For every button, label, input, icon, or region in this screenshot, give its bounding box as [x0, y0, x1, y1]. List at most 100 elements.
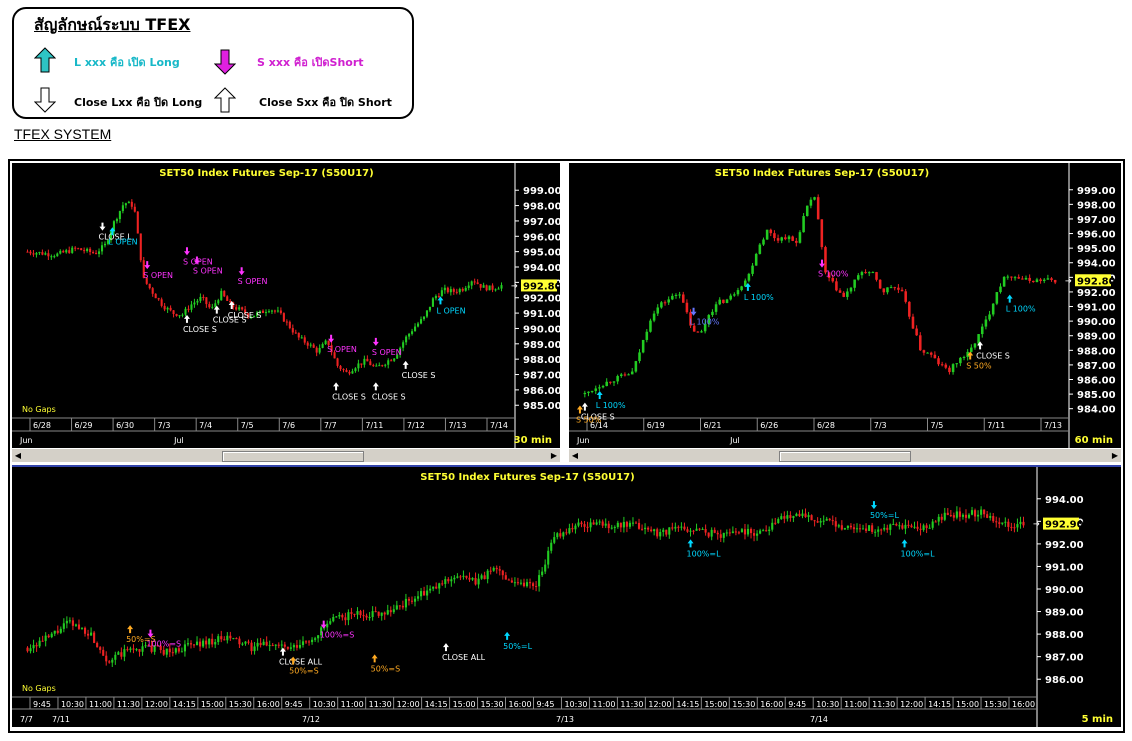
candle-body: [268, 645, 271, 647]
candle-body: [413, 598, 417, 602]
candle-body: [190, 304, 193, 310]
candle-body: [716, 532, 719, 535]
candle-body: [886, 527, 889, 530]
scroll-left-icon[interactable]: ◀: [569, 449, 581, 462]
candle-body: [910, 525, 913, 528]
signal-up-arrow-icon: [1006, 294, 1013, 303]
signal-annotation: CLOSE S: [183, 314, 217, 334]
candle-body: [908, 301, 911, 317]
candle-body: [26, 251, 29, 253]
y-tick-label: 985.00: [1077, 390, 1116, 401]
chart-60min[interactable]: SET50 Index Futures Sep-17 (S50U17) 999.0…: [569, 163, 1121, 448]
candle-body: [289, 647, 292, 649]
scroll-thumb[interactable]: [222, 451, 364, 462]
candle-body: [711, 311, 714, 316]
candle-body: [202, 296, 205, 298]
candle-body: [622, 521, 625, 528]
candle-body: [407, 598, 411, 601]
y-tick-label: 994.00: [1077, 259, 1116, 270]
candle-body: [904, 291, 907, 302]
candle-body: [96, 642, 99, 648]
candle-body: [647, 527, 650, 530]
candle-body: [172, 310, 175, 315]
scroll-right-icon[interactable]: ▶: [1109, 449, 1121, 462]
candle-body: [860, 272, 864, 276]
legend-item-long-close: Close Lxx คือ ปิด Long: [74, 96, 203, 109]
candle-body: [740, 286, 743, 291]
candle-body: [725, 532, 728, 534]
candle-body: [619, 522, 622, 528]
signal-label: 50%=L: [870, 511, 899, 520]
scroll-left-icon[interactable]: ◀: [12, 449, 24, 462]
candle-body: [674, 526, 677, 529]
scroll-thumb[interactable]: [779, 451, 911, 462]
candle-body: [878, 279, 882, 289]
legend-item-long-open: L xxx คือ เปิด Long: [74, 56, 180, 69]
signal-annotation: L OPEN: [108, 227, 138, 246]
candle-body: [492, 567, 495, 571]
scrollbar-60min[interactable]: ◀ ▶: [569, 448, 1121, 462]
candle-body: [535, 586, 538, 588]
candle-body: [1046, 278, 1050, 280]
candle-body: [944, 364, 948, 368]
candle-body: [416, 596, 420, 599]
signal-label: S OPEN: [327, 345, 357, 354]
candle-body: [462, 575, 465, 577]
signal-annotation: 50%=L: [870, 501, 899, 520]
signal-label: CLOSE S: [372, 392, 406, 401]
candle-body: [238, 638, 241, 645]
scroll-right-icon[interactable]: ▶: [548, 449, 560, 462]
signal-label: CLOSE S: [332, 392, 366, 401]
candle-body: [306, 342, 309, 346]
signal-up-arrow-icon: [183, 314, 190, 323]
candle-body: [590, 390, 594, 392]
x-tick-label: 9:45: [33, 700, 51, 709]
candle-body: [900, 289, 904, 292]
chart-svg: SET50 Index Futures Sep-17 (S50U17) 994.0…: [12, 467, 1113, 727]
x-tick-label: 6/28: [817, 421, 835, 430]
candle-body: [53, 630, 56, 634]
x-tick-label: 15:30: [732, 700, 755, 709]
candle-body: [516, 582, 519, 584]
x-tick-label: 7/5: [931, 421, 944, 430]
candle-body: [92, 251, 95, 253]
candle-body: [791, 236, 794, 241]
candle-body: [934, 521, 937, 523]
candle-body: [154, 293, 157, 299]
candle-body: [148, 283, 151, 289]
chart-5min[interactable]: SET50 Index Futures Sep-17 (S50U17) 994.0…: [12, 465, 1121, 727]
signal-label: L OPEN: [436, 306, 465, 315]
last-price-label: 992.80: [523, 281, 560, 292]
y-tick-label: 996.00: [1077, 230, 1116, 241]
candle-body: [713, 529, 716, 533]
y-tick-label: 986.00: [523, 386, 560, 397]
candle-body: [822, 520, 825, 522]
candle-body: [446, 287, 449, 293]
candle-body: [634, 361, 638, 372]
signal-label: 100%=L: [687, 549, 722, 558]
candle-body: [952, 515, 955, 518]
timeframe-label: 5 min: [1082, 714, 1113, 725]
candle-body: [295, 645, 299, 648]
candle-body: [102, 649, 105, 656]
candle-body: [926, 352, 929, 354]
candle-body: [929, 352, 933, 355]
candle-body: [456, 576, 459, 578]
candle-body: [261, 310, 265, 313]
signal-label: L 100%: [690, 318, 720, 327]
candle-body: [911, 316, 915, 329]
candle-body: [276, 310, 279, 312]
candle-body: [707, 532, 710, 537]
candle-body: [746, 528, 750, 535]
candle-body: [168, 648, 171, 653]
signal-label: S 100%: [818, 270, 849, 279]
x-tick-label: 9:45: [788, 700, 806, 709]
x-tick-label: 6/26: [760, 421, 778, 430]
signal-label: S OPEN: [193, 266, 223, 275]
candle-body: [114, 654, 117, 660]
candle-body: [80, 627, 84, 629]
candle-body: [100, 245, 104, 252]
chart-30min[interactable]: SET50 Index Futures Sep-17 (S50U17) 999.0…: [12, 163, 560, 448]
candle-body: [491, 285, 494, 290]
scrollbar-30min[interactable]: ◀ ▶: [12, 448, 560, 462]
